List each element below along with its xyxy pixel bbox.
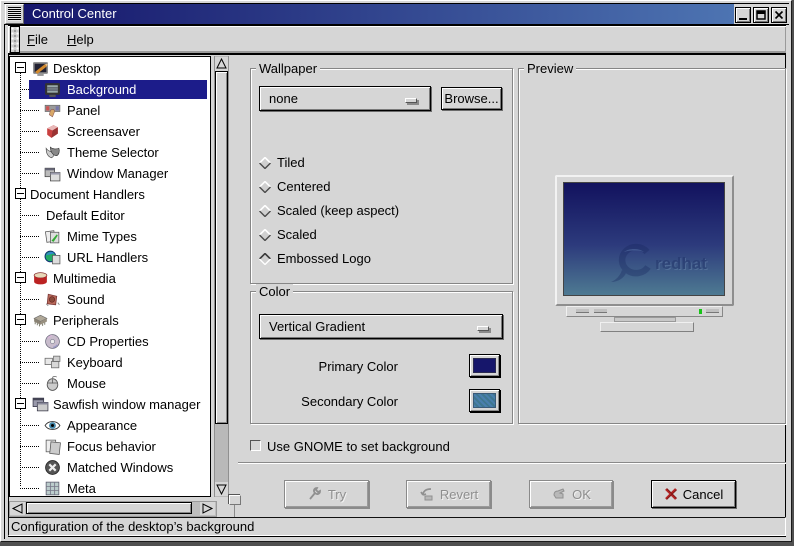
- svg-text:redhat: redhat: [655, 254, 707, 273]
